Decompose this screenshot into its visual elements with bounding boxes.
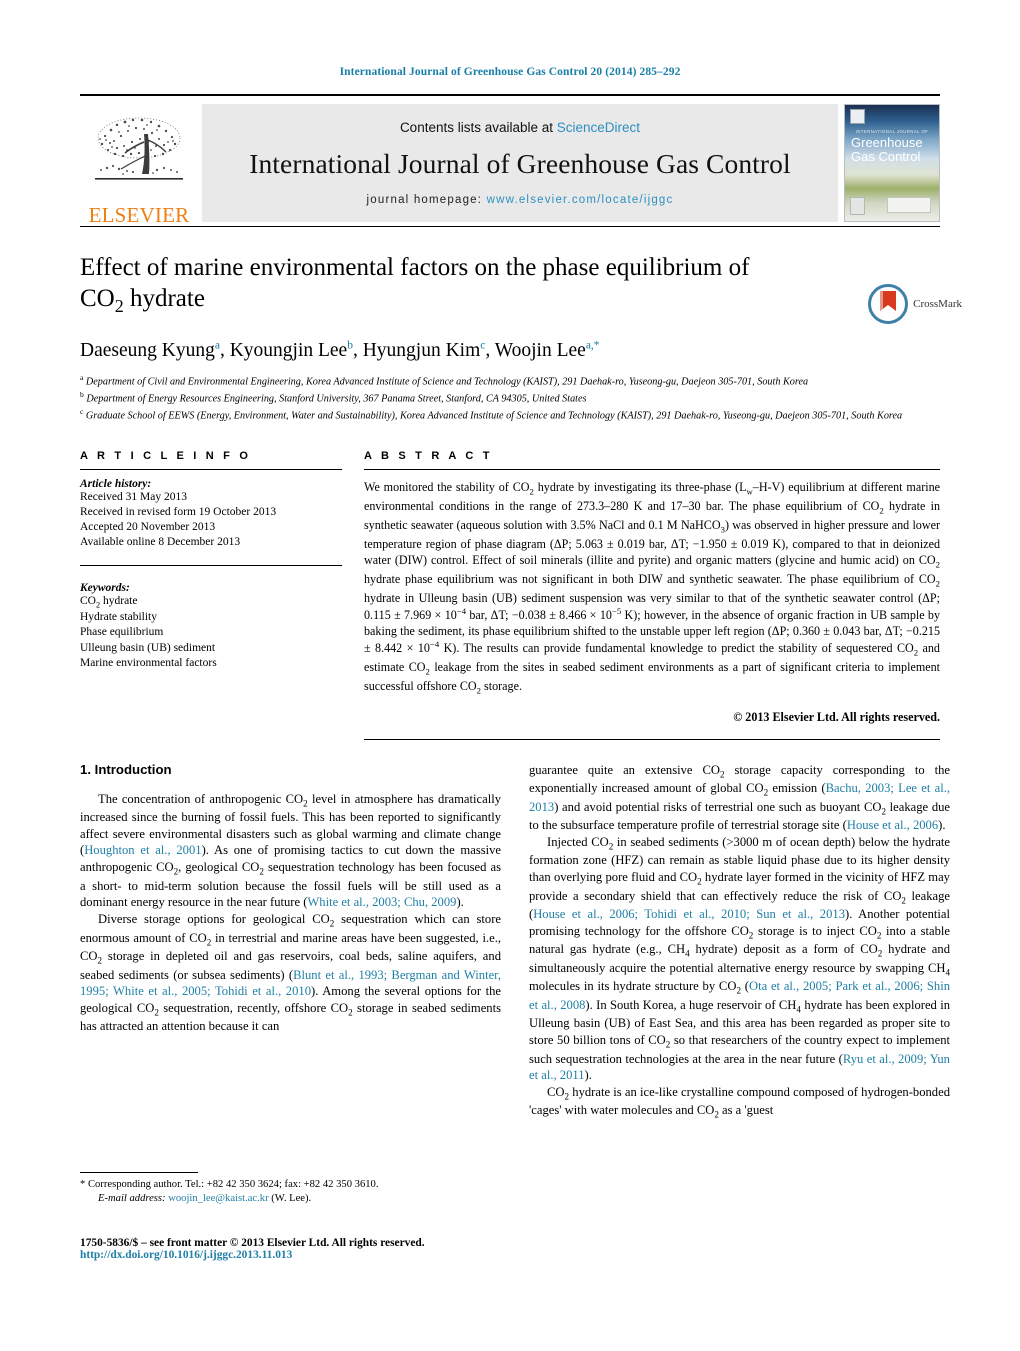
journal-title: International Journal of Greenhouse Gas … xyxy=(249,148,791,179)
intro-paragraph-5: CO2 hydrate is an ice-like crystalline c… xyxy=(529,1084,950,1120)
cover-seal-icon xyxy=(850,197,865,215)
keywords-title: Keywords: xyxy=(80,581,130,594)
history-received: Received 31 May 2013 xyxy=(80,490,187,503)
elsevier-tree-icon xyxy=(95,117,183,180)
running-head: International Journal of Greenhouse Gas … xyxy=(339,66,681,78)
homepage-prefix: journal homepage: xyxy=(366,194,487,206)
elsevier-wordmark: ELSEVIER xyxy=(88,203,190,227)
footnote-rule xyxy=(80,1172,198,1173)
paper-page: International Journal of Greenhouse Gas … xyxy=(0,0,1020,1351)
intro-paragraph-4: Injected CO2 in seabed sediments (>3000 … xyxy=(529,834,951,1083)
intro-paragraph-2: Diverse storage options for geological C… xyxy=(80,911,502,1034)
intro-paragraph-3: guarantee quite an extensive CO2 storage… xyxy=(529,762,950,833)
cover-elsevier-mark-icon xyxy=(850,109,865,124)
body-column-right: guarantee quite an extensive CO2 storage… xyxy=(529,762,950,1121)
article-history-title: Article history: xyxy=(80,477,152,490)
article-content: Effect of marine environmental factors o… xyxy=(80,226,950,1121)
article-info-column: A R T I C L E I N F O Article history: R… xyxy=(80,450,342,740)
page-title: Effect of marine environmental factors o… xyxy=(80,253,850,317)
title-line-2-formula: CO2 hydrate xyxy=(80,284,205,316)
journal-cover-thumbnail[interactable]: INTERNATIONAL JOURNAL OF Greenhouse Gas … xyxy=(844,104,940,222)
author-4: Woojin Leea,* xyxy=(494,339,600,361)
article-info-heading: A R T I C L E I N F O xyxy=(80,449,252,462)
cover-publisher-logo-icon xyxy=(887,197,931,213)
section-heading-introduction: 1. Introduction xyxy=(80,761,172,777)
cover-title: Greenhouse Gas Control xyxy=(851,136,935,164)
crossmark-label: CrossMark xyxy=(913,298,962,310)
author-sep-2: , xyxy=(352,339,363,361)
keyword-item: Marine environmental factors xyxy=(80,656,217,669)
author-list: Daeseung Kyunga, Kyoungjin Leeb, Hyungju… xyxy=(80,339,940,362)
email-note: E-mail address: woojin_lee@kaist.ac.kr (… xyxy=(80,1192,501,1206)
keyword-item: Phase equilibrium xyxy=(80,626,164,639)
body-column-left: 1. Introduction The concentration of ant… xyxy=(80,762,501,1121)
crossmark-badge[interactable]: CrossMark xyxy=(868,284,962,324)
email-link[interactable]: woojin_lee@kaist.ac.kr xyxy=(168,1193,268,1204)
abstract-rule xyxy=(364,468,940,470)
crossmark-icon xyxy=(868,284,909,324)
author-2: Kyoungjin Leeb xyxy=(229,339,353,361)
imprint-block: 1750-5836/$ – see front matter © 2013 El… xyxy=(80,1237,540,1261)
title-line-1: Effect of marine environmental factors o… xyxy=(80,254,750,281)
abstract-column: A B S T R A C T We monitored the stabili… xyxy=(364,450,940,740)
journal-homepage-line: journal homepage: www.elsevier.com/locat… xyxy=(367,194,674,206)
history-online: Available online 8 December 2013 xyxy=(80,536,241,549)
author-3: Hyungjun Kimc xyxy=(362,339,486,361)
affiliation-list: a Department of Civil and Environmental … xyxy=(80,373,940,424)
intro-paragraph-1: The concentration of anthropogenic CO2 l… xyxy=(80,791,502,910)
elsevier-logo: ELSEVIER xyxy=(80,100,198,228)
keyword-item: Ulleung basin (UB) sediment xyxy=(80,641,216,654)
author-1: Daeseung Kyunga xyxy=(80,339,220,361)
affiliation-b: b Department of Energy Resources Enginee… xyxy=(80,389,587,405)
abstract-copyright: © 2013 Elsevier Ltd. All rights reserved… xyxy=(733,709,940,724)
keyword-item: Hydrate stability xyxy=(80,611,157,623)
email-suffix: (W. Lee). xyxy=(271,1193,312,1205)
abstract-bottom-rule xyxy=(364,738,940,740)
abstract-heading: A B S T R A C T xyxy=(364,449,493,462)
author-sep-3: , xyxy=(485,339,495,361)
keywords-block: Keywords: CO2 hydrate Hydrate stability … xyxy=(80,564,342,671)
homepage-url-link[interactable]: www.elsevier.com/locate/ijggc xyxy=(487,194,674,206)
affiliation-a: a Department of Civil and Environmental … xyxy=(80,372,809,388)
journal-masthead: ELSEVIER Contents lists available at Sci… xyxy=(80,94,940,226)
info-abstract-section: A R T I C L E I N F O Article history: R… xyxy=(80,450,940,740)
footnote-block: * Corresponding author. Tel.: +82 42 350… xyxy=(80,1172,501,1206)
sciencedirect-link[interactable]: ScienceDirect xyxy=(557,120,640,135)
corresponding-author-note: * Corresponding author. Tel.: +82 42 350… xyxy=(80,1179,379,1190)
cover-title-line1: Greenhouse xyxy=(851,135,923,150)
article-info-rule xyxy=(80,468,342,470)
contents-list-line: Contents lists available at ScienceDirec… xyxy=(400,120,640,135)
history-accepted: Accepted 20 November 2013 xyxy=(80,521,216,534)
history-revised: Received in revised form 19 October 2013 xyxy=(80,505,277,518)
email-label: E-mail address: xyxy=(98,1193,166,1205)
cover-supertitle: INTERNATIONAL JOURNAL OF xyxy=(855,129,929,134)
author-sep-1: , xyxy=(219,339,230,361)
doi-link[interactable]: http://dx.doi.org/10.1016/j.ijggc.2013.1… xyxy=(80,1249,540,1261)
affiliation-c: c Graduate School of EEWS (Energy, Envir… xyxy=(80,406,903,422)
contents-prefix: Contents lists available at xyxy=(399,120,557,135)
body-columns: 1. Introduction The concentration of ant… xyxy=(80,762,950,1121)
masthead-center: Contents lists available at ScienceDirec… xyxy=(202,104,838,222)
issn-line: 1750-5836/$ – see front matter © 2013 El… xyxy=(80,1237,425,1249)
abstract-text: We monitored the stability of CO2 hydrat… xyxy=(364,479,941,696)
keyword-item: CO2 hydrate xyxy=(80,594,138,609)
cover-title-line2: Gas Control xyxy=(851,148,921,164)
